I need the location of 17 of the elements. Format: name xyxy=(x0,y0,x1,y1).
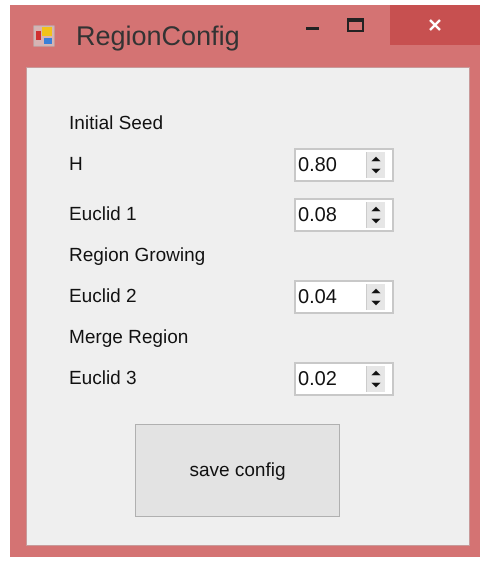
numeric-spinner[interactable]: 0.08 xyxy=(294,198,394,232)
field-label: Euclid 2 xyxy=(69,286,138,308)
field-label: Euclid 3 xyxy=(69,368,138,390)
field-label: Euclid 1 xyxy=(69,204,138,226)
numeric-spinner[interactable]: 0.04 xyxy=(294,280,394,314)
section-label: Initial Seed xyxy=(69,113,164,135)
section-label: Region Growing xyxy=(69,245,206,267)
save-config-button[interactable]: save config xyxy=(135,424,340,517)
numeric-spinner[interactable]: 0.80 xyxy=(294,148,394,182)
maximize-icon xyxy=(346,17,366,33)
numeric-spinner[interactable]: 0.02 xyxy=(294,362,394,396)
minimize-icon xyxy=(306,26,318,30)
field-label: H xyxy=(69,154,84,176)
close-icon xyxy=(427,17,443,33)
section-label: Merge Region xyxy=(69,327,188,349)
window-title: RegionConfig xyxy=(76,20,241,52)
app-icon xyxy=(33,25,55,47)
